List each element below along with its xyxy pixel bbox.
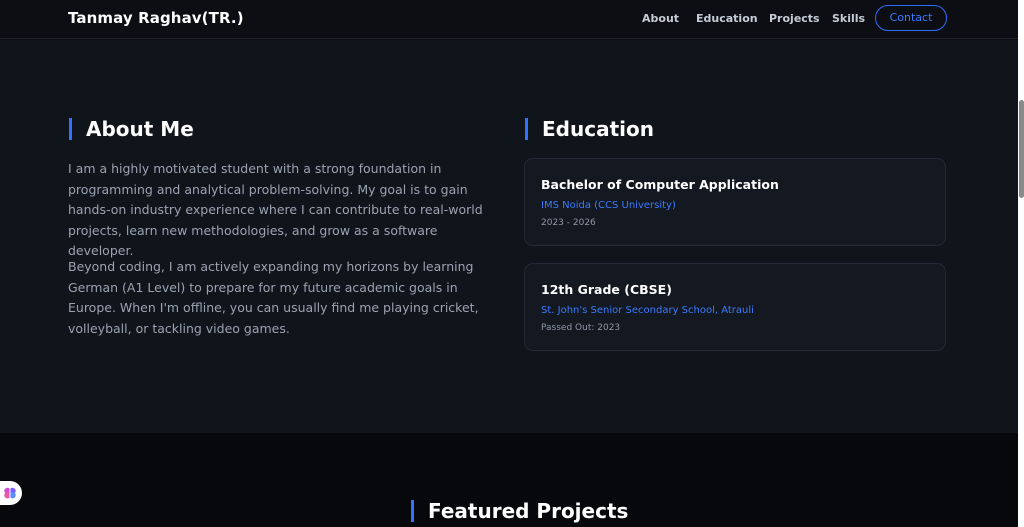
- education-date: Passed Out: 2023: [541, 323, 621, 333]
- about-title: About Me: [86, 117, 194, 141]
- about-education-section: About Me I am a highly motivated student…: [0, 40, 1018, 433]
- education-title: Education: [542, 117, 654, 141]
- projects-title: Featured Projects: [428, 499, 629, 523]
- education-date: 2023 - 2026: [541, 218, 596, 228]
- page-scrollbar[interactable]: [1018, 0, 1024, 527]
- education-card-12th: 12th Grade (CBSE) St. John's Senior Seco…: [524, 263, 946, 351]
- brand-logo[interactable]: Tanmay Raghav(TR.): [68, 9, 244, 27]
- heading-accent-bar: [525, 118, 528, 140]
- education-degree: 12th Grade (CBSE): [541, 282, 672, 297]
- nav-link-projects[interactable]: Projects: [769, 12, 820, 25]
- about-paragraph-2: Beyond coding, I am actively expanding m…: [68, 259, 479, 336]
- nav-link-education[interactable]: Education: [696, 12, 758, 25]
- education-card-bca: Bachelor of Computer Application IMS Noi…: [524, 158, 946, 246]
- projects-heading: Featured Projects: [411, 499, 628, 523]
- education-school: IMS Noida (CCS University): [541, 200, 676, 211]
- navbar: Tanmay Raghav(TR.) About Education Proje…: [0, 0, 1018, 39]
- projects-section: Featured Projects: [0, 433, 1018, 527]
- about-heading: About Me: [69, 117, 194, 141]
- heading-accent-bar: [69, 118, 72, 140]
- nav-link-skills[interactable]: Skills: [832, 12, 865, 25]
- heading-accent-bar: [411, 500, 414, 522]
- brain-icon: [4, 487, 16, 499]
- education-school: St. John's Senior Secondary School, Atra…: [541, 305, 754, 316]
- scrollbar-thumb[interactable]: [1019, 100, 1024, 198]
- about-paragraph-1: I am a highly motivated student with a s…: [68, 161, 483, 258]
- education-heading: Education: [525, 117, 654, 141]
- nav-link-about[interactable]: About: [642, 12, 679, 25]
- contact-button[interactable]: Contact: [875, 5, 947, 31]
- education-degree: Bachelor of Computer Application: [541, 177, 779, 192]
- portfolio-page: Tanmay Raghav(TR.) About Education Proje…: [0, 0, 1024, 527]
